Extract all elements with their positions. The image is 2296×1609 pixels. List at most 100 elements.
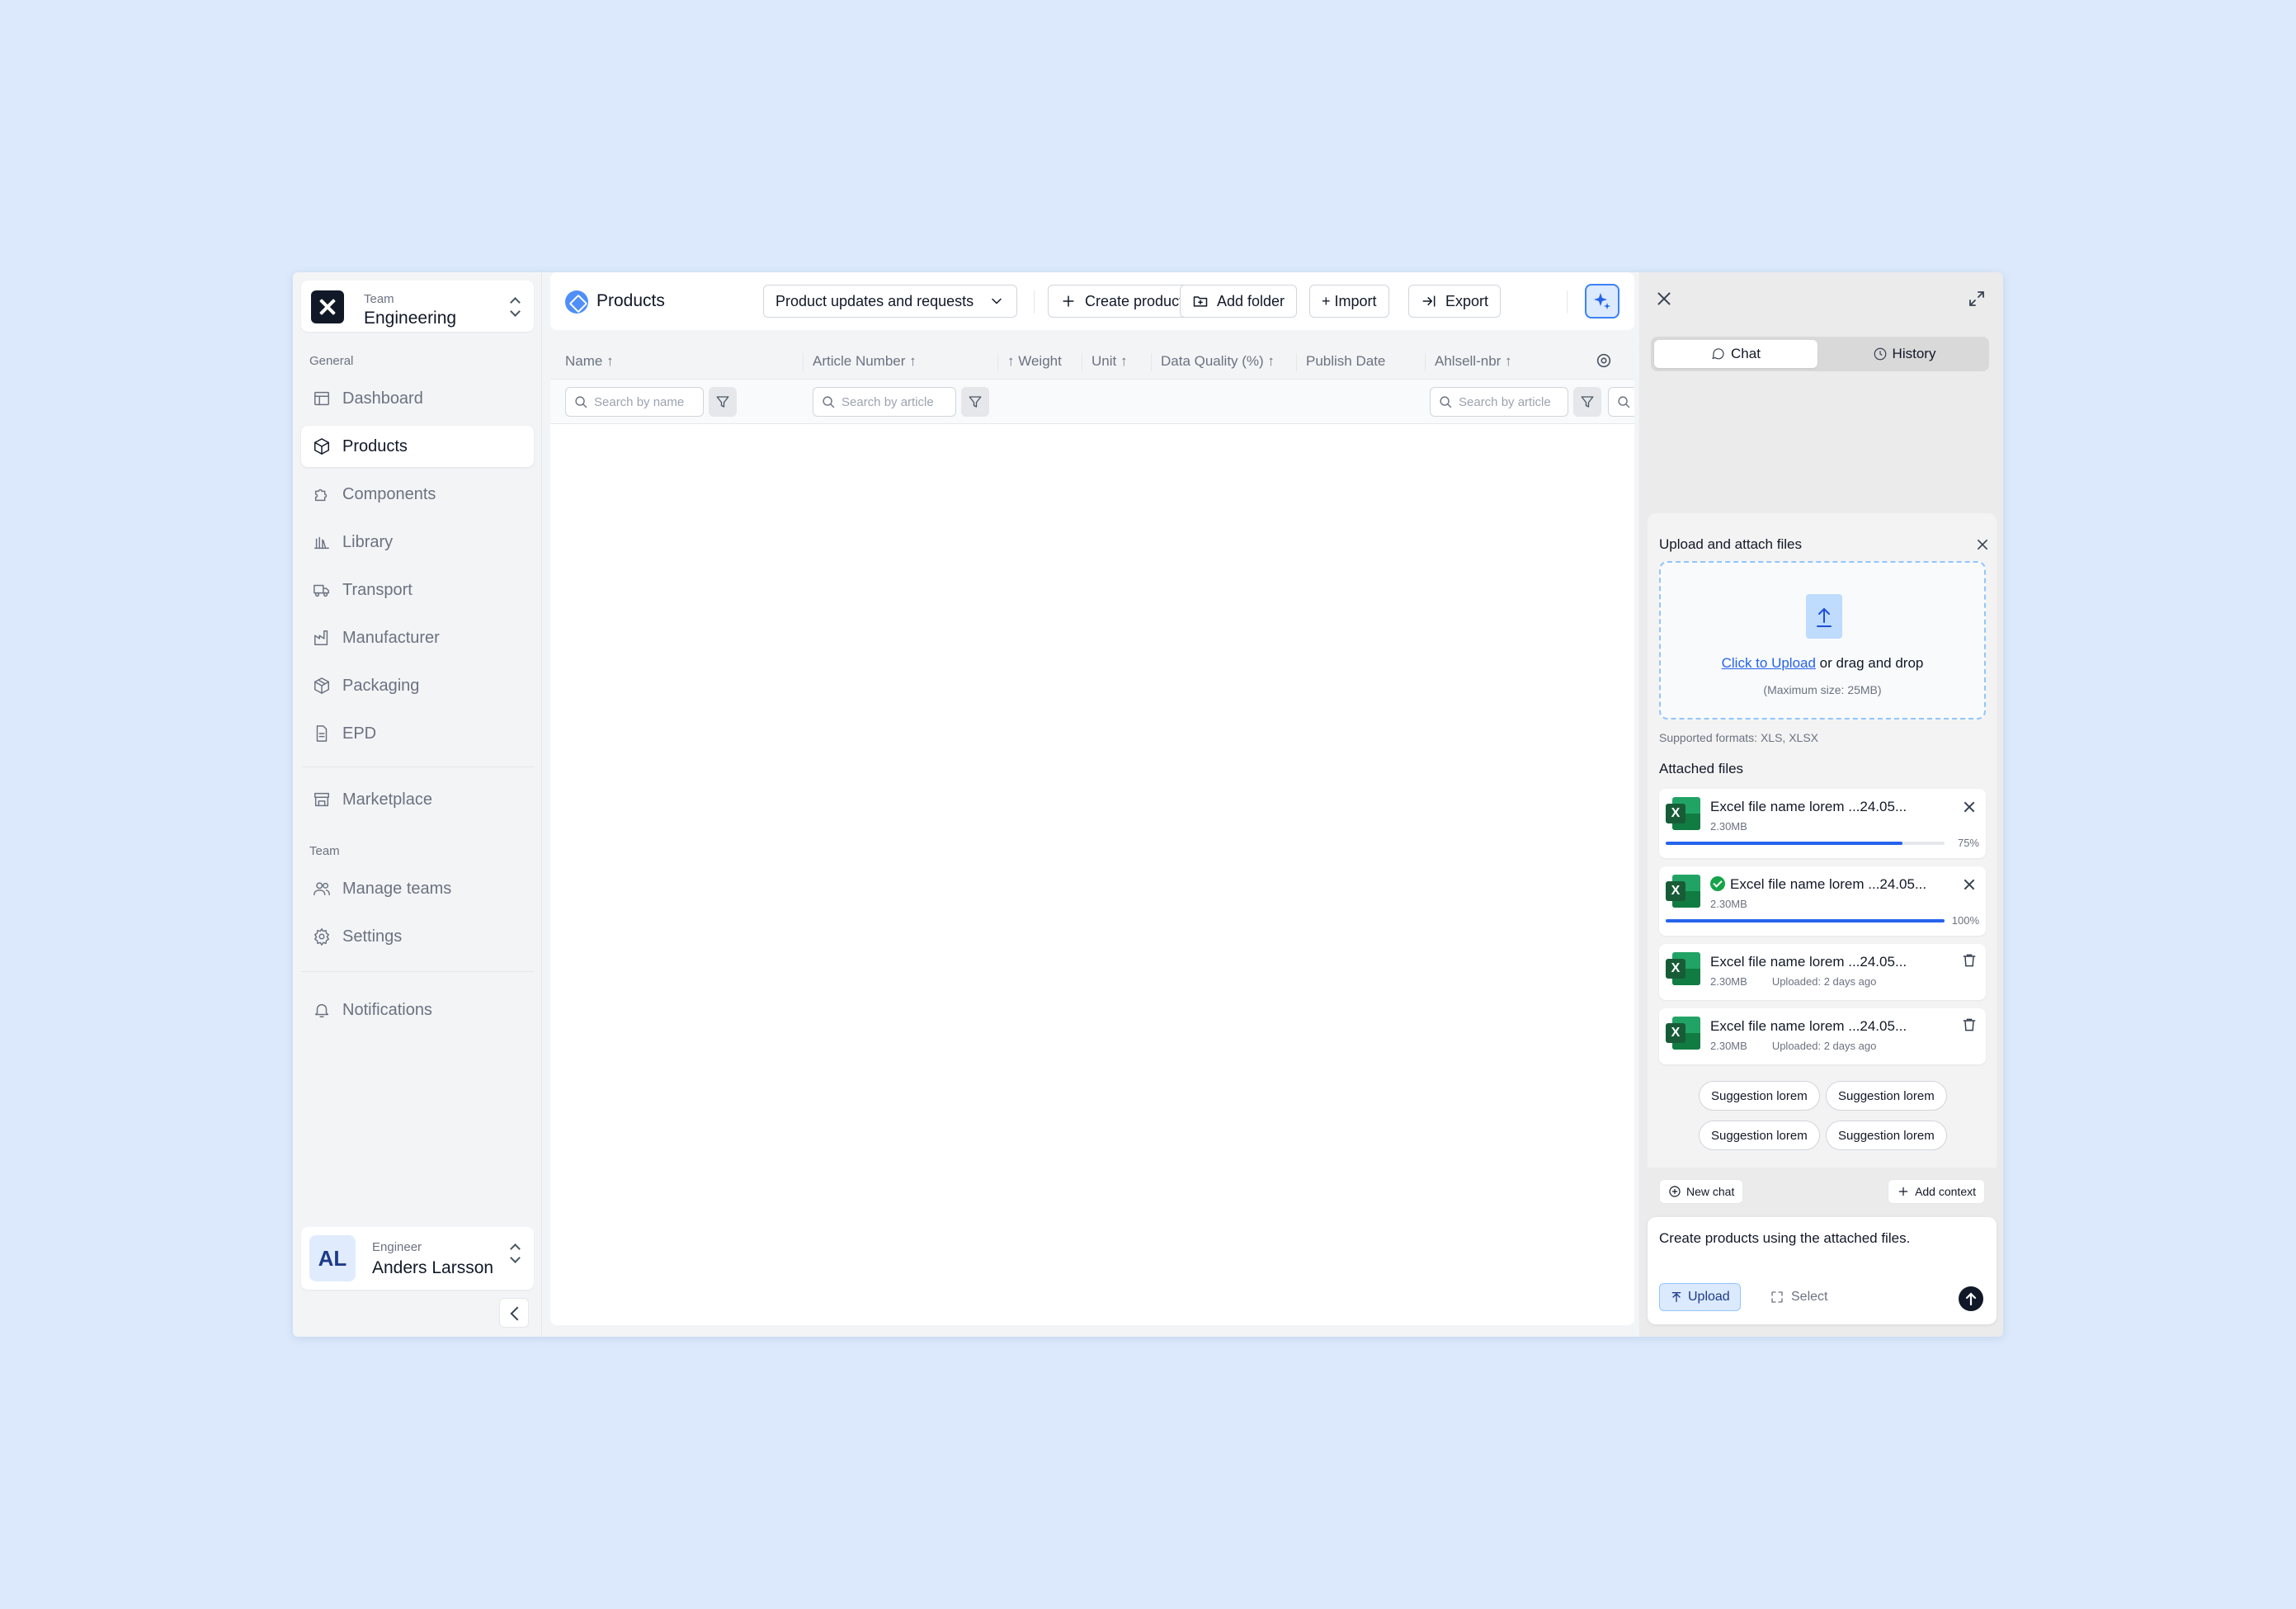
search-article-input[interactable]: Search by article bbox=[813, 387, 956, 417]
sidebar-item-packaging[interactable]: Packaging bbox=[301, 665, 534, 706]
dropzone-instructions: Click to Upload or drag and drop bbox=[1661, 655, 1984, 672]
ai-assistant-button[interactable] bbox=[1585, 284, 1619, 318]
column-header-ahlsell-nbr[interactable]: Ahlsell-nbr ↑ bbox=[1435, 353, 1512, 370]
suggestion-chip[interactable]: Suggestion lorem bbox=[1699, 1081, 1820, 1111]
column-header-name[interactable]: Name ↑ bbox=[565, 353, 614, 370]
trash-icon[interactable] bbox=[1961, 952, 1978, 969]
select-button[interactable]: Select bbox=[1763, 1283, 1834, 1311]
sidebar-item-transport[interactable]: Transport bbox=[301, 569, 534, 611]
new-chat-button[interactable]: New chat bbox=[1659, 1179, 1744, 1204]
filter-name-button[interactable] bbox=[709, 387, 737, 417]
chevron-updown-icon bbox=[509, 297, 521, 317]
column-header-publish-date[interactable]: Publish Date bbox=[1306, 353, 1385, 370]
add-context-button[interactable]: Add context bbox=[1888, 1179, 1985, 1204]
sidebar-item-label: Products bbox=[342, 436, 408, 455]
column-header-data-quality[interactable]: Data Quality (%) ↑ bbox=[1161, 353, 1275, 370]
team-switcher[interactable]: Team Engineering bbox=[301, 281, 534, 332]
suggestion-chip[interactable]: Suggestion lorem bbox=[1826, 1081, 1947, 1111]
upload-button[interactable]: Upload bbox=[1659, 1283, 1741, 1311]
sidebar-item-components[interactable]: Components bbox=[301, 474, 534, 515]
search-name-placeholder: Search by name bbox=[594, 394, 685, 409]
suggestion-chip[interactable]: Suggestion lorem bbox=[1699, 1121, 1820, 1150]
file-size: 2.30MB bbox=[1710, 820, 1747, 833]
supported-formats: Supported formats: XLS, XLSX bbox=[1659, 731, 1818, 744]
excel-file-icon: X bbox=[1666, 797, 1700, 830]
user-switcher[interactable]: AL Engineer Anders Larsson bbox=[301, 1227, 534, 1290]
team-logo bbox=[311, 290, 344, 323]
expand-icon[interactable] bbox=[1967, 289, 1987, 309]
close-panel-icon[interactable] bbox=[1656, 290, 1672, 307]
column-settings-icon[interactable] bbox=[1595, 352, 1615, 371]
suggestion-chip[interactable]: Suggestion lorem bbox=[1826, 1121, 1947, 1150]
add-context-label: Add context bbox=[1915, 1185, 1976, 1198]
sidebar-item-settings[interactable]: Settings bbox=[301, 916, 534, 957]
sidebar-item-dashboard[interactable]: Dashboard bbox=[301, 378, 534, 419]
cancel-upload-icon[interactable] bbox=[1963, 800, 1976, 814]
max-size-text: (Maximum size: 25MB) bbox=[1763, 683, 1882, 696]
search-name-input[interactable]: Search by name bbox=[565, 387, 704, 417]
trash-icon[interactable] bbox=[1961, 1017, 1978, 1033]
file-name: Excel file name lorem ...24.05... bbox=[1710, 799, 1907, 814]
tab-chat[interactable]: Chat bbox=[1654, 340, 1817, 368]
search-ahlsell-input[interactable]: Search by article bbox=[1430, 387, 1568, 417]
search-ahlsell-placeholder: Search by article bbox=[1459, 394, 1551, 409]
filter-icon bbox=[716, 396, 729, 408]
sidebar-item-products[interactable]: Products bbox=[301, 426, 534, 467]
users-icon bbox=[313, 880, 331, 898]
column-header-unit[interactable]: Unit ↑ bbox=[1091, 353, 1127, 370]
file-dropzone[interactable]: Click to Upload or drag and drop (Maximu… bbox=[1659, 561, 1986, 720]
sidebar-item-label: Library bbox=[342, 532, 394, 551]
select-label: Select bbox=[1791, 1290, 1828, 1304]
sidebar-item-label: Dashboard bbox=[342, 389, 423, 408]
column-divider bbox=[1425, 353, 1426, 371]
search-icon bbox=[1618, 396, 1630, 408]
attached-file: X Excel file name lorem ...24.05... 2.30… bbox=[1659, 944, 1986, 1000]
filter-ahlsell-button[interactable] bbox=[1573, 387, 1601, 417]
sidebar-item-library[interactable]: Library bbox=[301, 521, 534, 563]
sidebar-item-label: Components bbox=[342, 484, 436, 503]
create-product-button[interactable]: Create product bbox=[1048, 285, 1196, 318]
sidebar-item-epd[interactable]: EPD bbox=[301, 713, 534, 754]
add-folder-button[interactable]: Add folder bbox=[1180, 285, 1298, 318]
progress-percent: 100% bbox=[1951, 914, 1979, 927]
chat-composer[interactable]: Create products using the attached files… bbox=[1648, 1217, 1997, 1324]
document-icon bbox=[313, 724, 331, 743]
sidebar-item-manage-teams[interactable]: Manage teams bbox=[301, 868, 534, 909]
sidebar-item-marketplace[interactable]: Marketplace bbox=[301, 779, 534, 820]
export-button[interactable]: Export bbox=[1408, 285, 1502, 318]
view-select-value: Product updates and requests bbox=[776, 292, 974, 309]
table-header: Name ↑ Article Number ↑ ↑ Weight Unit ↑ … bbox=[550, 343, 1634, 380]
view-select[interactable]: Product updates and requests bbox=[763, 285, 1017, 318]
message-input[interactable]: Create products using the attached files… bbox=[1659, 1230, 1910, 1247]
sidebar-item-notifications[interactable]: Notifications bbox=[301, 989, 534, 1031]
remove-file-icon[interactable] bbox=[1963, 878, 1976, 891]
search-next-input[interactable] bbox=[1608, 387, 1634, 417]
toolbar-divider bbox=[1034, 290, 1035, 314]
layout-icon bbox=[313, 389, 331, 408]
upload-title: Upload and attach files bbox=[1659, 536, 1802, 552]
sidebar: Team Engineering General Dashboard Produ… bbox=[293, 272, 542, 1337]
bell-icon bbox=[313, 1001, 331, 1019]
column-header-weight[interactable]: ↑ Weight bbox=[1007, 353, 1062, 370]
filter-article-button[interactable] bbox=[961, 387, 989, 417]
upload-icon bbox=[1671, 1292, 1681, 1302]
chevron-updown-icon bbox=[509, 1243, 521, 1263]
collapse-sidebar-button[interactable] bbox=[499, 1298, 529, 1328]
close-upload-icon[interactable] bbox=[1976, 538, 1989, 551]
upload-progress-bar bbox=[1666, 919, 1945, 922]
column-header-article-number[interactable]: Article Number ↑ bbox=[813, 353, 917, 370]
search-icon bbox=[823, 396, 835, 408]
tab-history[interactable]: History bbox=[1822, 340, 1986, 368]
send-button[interactable] bbox=[1959, 1286, 1983, 1311]
filter-icon bbox=[969, 396, 982, 408]
sparkle-icon bbox=[1594, 293, 1610, 309]
tab-chat-label: Chat bbox=[1731, 346, 1761, 361]
products-icon bbox=[565, 290, 588, 314]
sidebar-item-label: Manage teams bbox=[342, 879, 452, 898]
import-button[interactable]: + Import bbox=[1309, 285, 1389, 318]
user-role: Engineer bbox=[372, 1240, 422, 1254]
library-icon bbox=[313, 533, 331, 551]
sidebar-item-manufacturer[interactable]: Manufacturer bbox=[301, 617, 534, 658]
app-window: Team Engineering General Dashboard Produ… bbox=[293, 272, 2003, 1337]
click-to-upload-link[interactable]: Click to Upload bbox=[1722, 655, 1816, 671]
